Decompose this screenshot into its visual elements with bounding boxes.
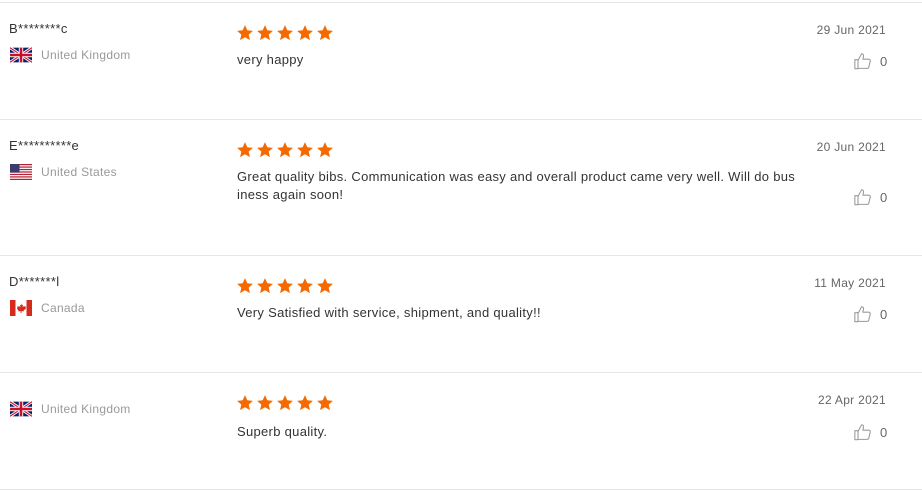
country-name: United Kingdom [41, 402, 131, 416]
country-name: Canada [41, 301, 85, 315]
country-name: United Kingdom [41, 48, 131, 62]
helpful-count: 0 [880, 189, 888, 205]
star-icon [296, 277, 316, 297]
star-icon [256, 141, 276, 161]
star-icon [276, 277, 296, 297]
us-flag-icon [10, 164, 32, 180]
star-icon [276, 394, 296, 414]
star-rating [236, 24, 336, 44]
star-rating [236, 277, 336, 297]
helpful-button[interactable]: 0 [853, 305, 887, 323]
star-icon [316, 141, 336, 161]
star-icon [256, 277, 276, 297]
reviewer-country: United States [10, 164, 117, 180]
reviewer-name: B********c [9, 21, 68, 36]
reviewer-country: Canada [10, 300, 85, 316]
review-item: E**********e United States Great quality… [0, 119, 922, 255]
review-item: United Kingdom Superb quality. 22 Apr 20… [0, 372, 922, 489]
helpful-count: 0 [880, 53, 888, 69]
thumbs-up-icon [854, 189, 871, 206]
helpful-button[interactable]: 0 [853, 52, 887, 70]
star-icon [236, 277, 256, 297]
review-text: Very Satisfied with service, shipment, a… [237, 305, 541, 320]
star-icon [296, 24, 316, 44]
helpful-button[interactable]: 0 [853, 188, 887, 206]
reviewer-name: D*******l [9, 274, 60, 289]
review-date: 11 May 2021 [814, 276, 886, 290]
canada-flag-icon [10, 300, 32, 316]
uk-flag-icon [10, 47, 32, 63]
star-icon [256, 24, 276, 44]
star-icon [316, 394, 336, 414]
reviewer-country: United Kingdom [10, 47, 131, 63]
star-icon [276, 24, 296, 44]
star-icon [316, 24, 336, 44]
review-date: 22 Apr 2021 [817, 393, 886, 407]
star-icon [296, 141, 316, 161]
thumbs-up-icon [854, 306, 871, 323]
thumbs-up-icon [854, 53, 871, 70]
review-text: Superb quality. [237, 424, 328, 439]
review-item: B********c United Kingdom very happy 29 … [0, 2, 922, 119]
thumbs-up-icon [854, 424, 871, 441]
star-icon [236, 24, 256, 44]
review-text: Great quality bibs. Communication was ea… [237, 169, 796, 202]
reviewer-country: United Kingdom [10, 401, 131, 417]
review-item: D*******l Canada Very Satisfied with ser… [0, 255, 922, 372]
star-rating [236, 394, 336, 414]
uk-flag-icon [10, 401, 32, 417]
star-icon [296, 394, 316, 414]
star-icon [276, 141, 296, 161]
star-rating [236, 141, 336, 161]
reviewer-name: E**********e [9, 138, 80, 153]
star-icon [316, 277, 336, 297]
helpful-count: 0 [880, 424, 888, 440]
review-text: very happy [237, 52, 304, 67]
helpful-count: 0 [880, 306, 888, 322]
star-icon [236, 394, 256, 414]
country-name: United States [41, 165, 117, 179]
helpful-button[interactable]: 0 [853, 423, 887, 441]
divider [0, 489, 922, 490]
star-icon [256, 394, 276, 414]
review-date: 20 Jun 2021 [816, 140, 886, 154]
review-date: 29 Jun 2021 [816, 23, 886, 37]
star-icon [236, 141, 256, 161]
